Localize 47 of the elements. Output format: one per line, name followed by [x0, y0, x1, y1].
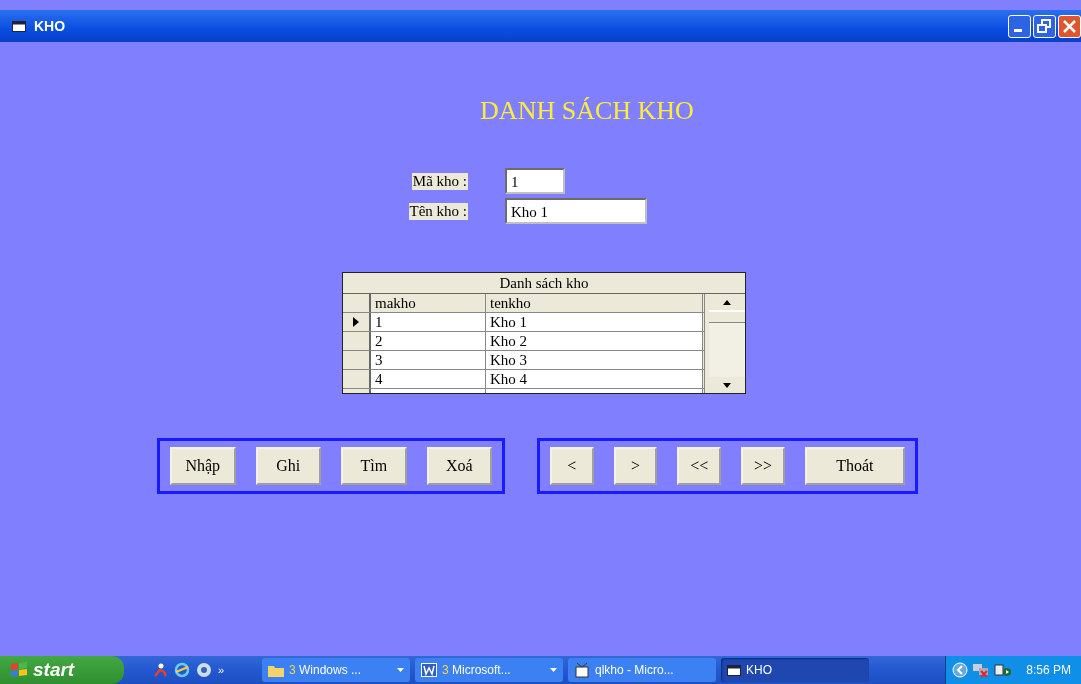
table-cell: 3 — [371, 351, 486, 369]
speaker-icon[interactable] — [994, 662, 1013, 678]
clock: 8:56 PM — [1026, 663, 1071, 677]
form-heading: DANH SÁCH KHO — [480, 96, 694, 126]
table-cell: 1 — [371, 313, 486, 331]
form-button[interactable]: >> — [741, 447, 785, 485]
taskbar-button[interactable]: 3 Windows ... — [262, 658, 410, 682]
folder-icon — [268, 663, 284, 677]
form-button[interactable]: Nhập — [170, 447, 236, 485]
field-label: Mã kho : — [411, 172, 468, 190]
table-cell: Kho 1 — [486, 313, 703, 331]
field-label: Tên kho : — [408, 202, 468, 220]
restore-button[interactable] — [1033, 14, 1056, 38]
form-button[interactable]: Tìm — [341, 447, 407, 485]
table-cell: Kho 4 — [486, 370, 703, 388]
browser-icon[interactable] — [174, 662, 190, 678]
taskbar-button[interactable]: qlkho - Micro... — [568, 658, 716, 682]
form-button[interactable]: < — [550, 447, 594, 485]
input-field[interactable]: Kho 1 — [505, 198, 647, 224]
current-row-icon — [353, 317, 359, 327]
flag-icon — [10, 662, 28, 678]
table-cell: Kho 3 — [486, 351, 703, 369]
table-cell: Kho 2 — [486, 332, 703, 350]
form-button[interactable]: Ghi — [255, 447, 321, 485]
table-cell: 2 — [371, 332, 486, 350]
window-title: KHO — [34, 18, 66, 34]
close-button[interactable] — [1058, 14, 1081, 38]
minimize-icon — [1014, 28, 1022, 32]
form-button[interactable]: Thoát — [804, 447, 905, 485]
person-icon[interactable] — [152, 662, 168, 678]
window-icon — [12, 20, 26, 32]
start-button[interactable]: start — [0, 656, 124, 684]
taskbar-button[interactable]: 3 Microsoft... — [415, 658, 563, 682]
up-arrow-icon — [723, 299, 731, 305]
form-button[interactable]: Xoá — [426, 447, 492, 485]
table-cell: 4 — [371, 370, 486, 388]
window-icon — [727, 664, 741, 676]
more-chevron[interactable]: » — [218, 664, 225, 676]
taskbar-button[interactable]: KHO — [721, 658, 869, 682]
form-button[interactable]: > — [613, 447, 658, 485]
form-button[interactable]: << — [677, 447, 722, 485]
network-icon[interactable] — [972, 662, 991, 678]
minimize-button[interactable] — [1008, 14, 1031, 38]
document-icon — [421, 663, 437, 677]
scroll-bar[interactable] — [704, 294, 745, 393]
down-arrow-icon — [723, 382, 731, 388]
input-field[interactable]: 1 — [505, 168, 565, 194]
